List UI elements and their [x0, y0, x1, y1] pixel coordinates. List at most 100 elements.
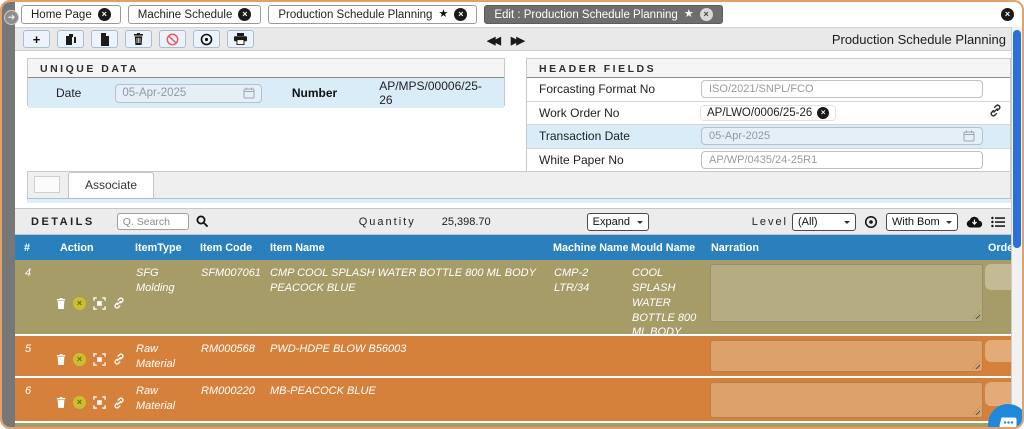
column-machine-name[interactable]: Machine Name	[550, 235, 628, 260]
chevron-down-icon	[844, 220, 850, 227]
frame-icon[interactable]	[93, 352, 106, 366]
machine-name	[550, 378, 628, 421]
link-icon[interactable]	[113, 396, 125, 409]
frame-icon[interactable]	[93, 296, 106, 310]
link-icon[interactable]	[113, 353, 125, 365]
chevron-down-icon	[636, 220, 643, 227]
item-code: RM000220	[201, 385, 255, 397]
item-type: Raw Material	[136, 343, 176, 370]
trash-icon[interactable]	[56, 297, 66, 309]
quantity-label: Quantity	[358, 215, 416, 228]
level-select[interactable]: (All)	[792, 212, 856, 231]
forcasting-format-label: Forcasting Format No	[539, 82, 656, 97]
table-row[interactable]: 6 × Raw Material RM000220 MB-PEACOCK BLU…	[14, 378, 1014, 421]
column-action[interactable]: Action	[52, 235, 132, 260]
list-icon[interactable]	[991, 216, 1005, 228]
new-document-icon	[100, 32, 109, 46]
white-paper-input[interactable]: AP/WP/0435/24-25R1	[701, 151, 983, 170]
item-name: PWD-HDPE BLOW B56003	[270, 343, 407, 355]
remove-work-order-icon[interactable]: ×	[817, 106, 830, 119]
machine-name: CMP-2 LTR/34	[554, 267, 590, 294]
target-icon[interactable]	[864, 215, 878, 229]
scrollbar-thumb[interactable]	[1013, 30, 1021, 248]
transaction-date-label: Transaction Date	[539, 129, 630, 144]
link-icon[interactable]	[989, 104, 1002, 122]
trash-icon[interactable]	[56, 397, 66, 408]
print-button[interactable]	[227, 30, 254, 48]
tab-machine-schedule[interactable]: Machine Schedule ×	[127, 5, 262, 24]
tab-label: Production Schedule Planning	[278, 8, 433, 21]
remove-circle-icon[interactable]: ×	[73, 296, 86, 310]
table-row[interactable]: 5 × Raw Material RM000568 PWD-HDPE BLOW …	[14, 336, 1014, 376]
order-input[interactable]	[985, 340, 1014, 362]
narration-textarea[interactable]	[710, 382, 983, 418]
tab-label: Edit : Production Schedule Planning	[494, 8, 678, 21]
transaction-date-row: Transaction Date 05-Apr-2025	[527, 125, 1010, 149]
previous-record-button[interactable]: ◀◀	[487, 34, 501, 47]
star-icon[interactable]: ★	[438, 9, 448, 20]
level-label: Level	[751, 215, 788, 228]
unique-data-row: Date 05-Apr-2025 Number AP/MPS/00006/25-…	[28, 78, 504, 108]
tab-label: Home Page	[31, 8, 92, 21]
link-icon[interactable]	[113, 297, 125, 309]
narration-textarea[interactable]	[710, 340, 983, 372]
copy-button[interactable]	[57, 30, 84, 48]
column-mould-name[interactable]: Mould Name	[628, 235, 708, 260]
order-input[interactable]	[985, 382, 1014, 406]
work-order-row: Work Order No AP/LWO/0006/25-26 ×	[527, 102, 1010, 125]
tab-associate[interactable]: Associate	[68, 172, 155, 198]
delete-button[interactable]	[125, 30, 152, 48]
column-order[interactable]: Order	[985, 235, 1014, 260]
close-tab-icon[interactable]: ×	[97, 8, 111, 21]
expand-select[interactable]: Expand	[586, 212, 649, 231]
remove-circle-icon[interactable]: ×	[73, 396, 86, 409]
add-button[interactable]: +	[23, 30, 50, 48]
next-row-sliver	[14, 423, 1014, 427]
close-all-icon[interactable]: ×	[1001, 8, 1014, 21]
column-item-name[interactable]: Item Name	[264, 235, 550, 260]
new-document-button[interactable]	[91, 30, 118, 48]
trash-icon[interactable]	[56, 353, 66, 365]
column-item-code[interactable]: Item Code	[197, 235, 264, 260]
item-name: MB-PEACOCK BLUE	[270, 385, 376, 397]
close-tab-icon[interactable]: ×	[699, 8, 713, 21]
column-itemtype[interactable]: ItemType	[132, 235, 197, 260]
tab-home-page[interactable]: Home Page ×	[21, 5, 121, 24]
next-record-button[interactable]: ▶▶	[511, 34, 525, 47]
left-sidebar-strip: ➜	[2, 2, 19, 427]
date-field[interactable]: 05-Apr-2025	[115, 83, 262, 103]
quantity-value: 25,398.70	[441, 215, 491, 228]
work-order-label: Work Order No	[539, 105, 620, 120]
frame-icon[interactable]	[93, 396, 106, 409]
transaction-date-field[interactable]: 05-Apr-2025	[701, 127, 983, 146]
work-order-chip[interactable]: AP/LWO/0006/25-26 ×	[701, 105, 836, 120]
cloud-download-icon[interactable]	[966, 215, 983, 228]
column-number[interactable]: #	[14, 235, 52, 260]
with-bom-select[interactable]: With Bom	[886, 212, 958, 231]
forcasting-format-row: Forcasting Format No ISO/2021/SNPL/FCO	[527, 78, 1010, 102]
search-input[interactable]	[116, 213, 189, 230]
remove-circle-icon[interactable]: ×	[73, 352, 86, 366]
cancel-button[interactable]	[159, 30, 186, 48]
header-fields-title: HEADER FIELDS	[527, 59, 1010, 78]
row-number: 5	[25, 343, 32, 355]
details-toolbar: DETAILS Quantity 25,398.70 Expand Level …	[14, 208, 1014, 235]
with-bom-value: With Bom	[892, 215, 940, 228]
search-icon[interactable]	[196, 215, 209, 228]
tab-production-schedule-planning[interactable]: Production Schedule Planning ★ ×	[268, 5, 478, 24]
associate-checkbox[interactable]	[34, 176, 60, 193]
star-icon[interactable]: ★	[684, 9, 694, 20]
close-tab-icon[interactable]: ×	[454, 8, 468, 21]
column-narration[interactable]: Narration	[708, 235, 985, 260]
close-tab-icon[interactable]: ×	[238, 8, 252, 21]
tab-edit-production-schedule-planning[interactable]: Edit : Production Schedule Planning ★ ×	[484, 5, 723, 24]
mould-name: COOL SPLASH WATER BOTTLE 800 ML BODY	[632, 267, 697, 334]
forcasting-format-input[interactable]: ISO/2021/SNPL/FCO	[701, 80, 983, 99]
order-input[interactable]	[985, 264, 1014, 290]
record-button[interactable]	[193, 30, 220, 48]
vertical-scrollbar[interactable]	[1011, 27, 1022, 427]
table-row[interactable]: 4 × SFG Molding SFM007061 CMP COOL SPLAS…	[14, 260, 1014, 334]
machine-name	[550, 336, 628, 376]
narration-textarea[interactable]	[710, 264, 983, 322]
expand-sidebar-button[interactable]: ➜	[4, 10, 19, 25]
